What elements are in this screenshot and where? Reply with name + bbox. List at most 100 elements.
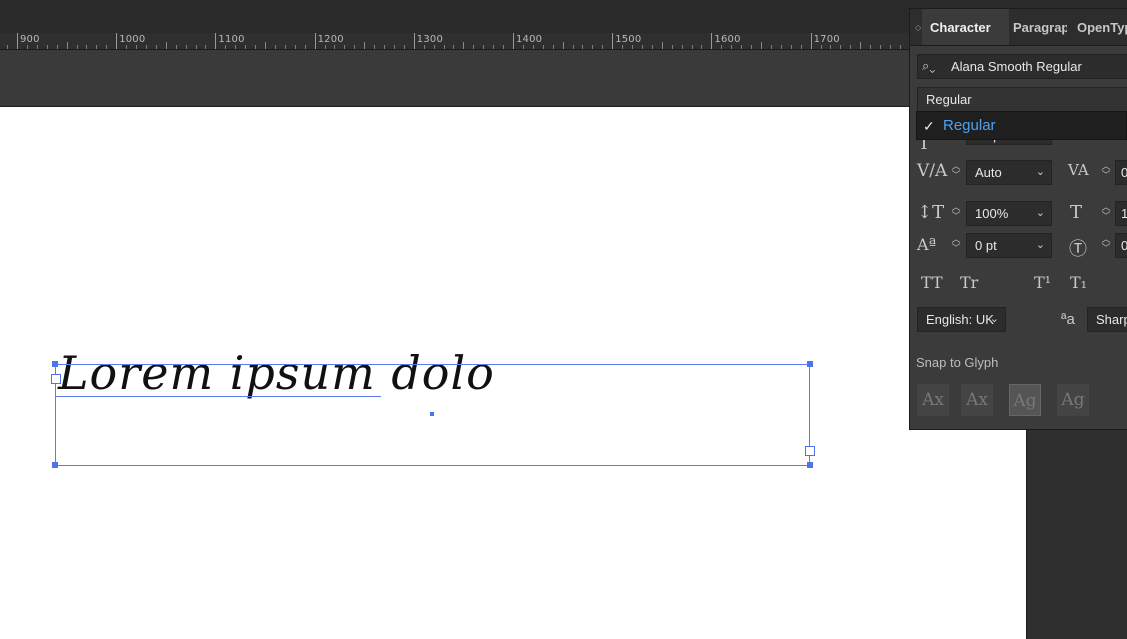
horizontal-scale-icon: T [1070,202,1083,223]
tab-character[interactable]: Character [922,9,1009,45]
rotation-field[interactable]: 0 [1115,233,1127,258]
baseline-shift-field[interactable]: 0 pt ⌄ [966,233,1052,258]
ruler-minor-tick [651,45,653,49]
ruler-major-tick [810,33,812,49]
in-port-handle[interactable] [51,374,61,384]
chevron-down-icon[interactable]: ⌄ [1036,238,1045,251]
horizontal-scale-field[interactable]: 1 [1115,201,1127,226]
tab-opentype[interactable]: OpenType [1077,9,1127,45]
vertical-scale-value: 100% [975,206,1009,221]
ruler-label: 1400 [516,34,543,45]
tracking-stepper[interactable]: ︿ ﹀ [1100,162,1112,184]
rotation-stepper[interactable]: ︿ ﹀ [1100,235,1112,257]
ruler-minor-tick [701,45,703,49]
ruler-label: 1200 [317,34,344,45]
kerning-stepper[interactable]: ︿ ﹀ [950,162,962,184]
ruler-minor-tick [572,45,574,49]
ruler-minor-tick [304,45,306,49]
ruler-minor-tick [592,45,594,49]
snap-baseline-button[interactable]: Ax [917,384,949,416]
baseline-shift-icon: Aª [917,235,937,254]
ruler-minor-tick [403,45,405,49]
ruler-label: 1000 [119,34,146,45]
ruler-minor-tick [96,45,98,49]
ruler-minor-tick [761,42,762,49]
ruler-minor-tick [542,45,544,49]
ruler-major-tick [612,33,614,49]
ruler-label: 1700 [813,34,840,45]
ruler-minor-tick [671,45,673,49]
language-value: English: UK [926,312,994,327]
ruler-minor-tick [46,45,48,49]
horizontal-scale-stepper[interactable]: ︿ ﹀ [1100,203,1112,225]
chevron-down-icon[interactable]: ⌄ [1036,165,1045,178]
ruler-minor-tick [86,45,88,49]
ruler-minor-tick [532,45,534,49]
chevron-down-icon[interactable]: ⌄ [1036,206,1045,219]
frame-handle-top-left[interactable] [52,361,58,367]
font-style-dropdown[interactable]: ✓ Regular [916,111,1127,140]
ruler-label: 900 [20,34,40,45]
language-select[interactable]: English: UK ⌄ [917,307,1006,332]
tracking-field[interactable]: 0 [1115,160,1127,185]
ruler-minor-tick [622,45,624,49]
ruler-minor-tick [503,45,505,49]
character-panel: ◇ Character Paragraph OpenType ⌕⌄ Alana … [909,8,1127,430]
baseline-shift-stepper[interactable]: ︿ ﹀ [950,235,962,257]
vertical-scale-field[interactable]: 100% ⌄ [966,201,1052,226]
font-style-option[interactable]: Regular [943,117,996,134]
font-family-value: Alana Smooth Regular [951,59,1082,74]
kerning-field[interactable]: Auto ⌄ [966,160,1052,185]
font-family-field[interactable]: ⌕⌄ Alana Smooth Regular [917,54,1127,79]
ruler-minor-tick [393,45,395,49]
ruler-label: 1100 [218,34,245,45]
small-caps-button[interactable]: Tr [960,273,978,292]
kerning-value: Auto [975,165,1002,180]
vertical-scale-stepper[interactable]: ︿ ﹀ [950,203,962,225]
ruler-minor-tick [364,42,366,49]
vertical-scale-icon: ↕T [917,202,945,223]
font-style-value: Regular [926,92,972,107]
frame-handle-top-right[interactable] [807,361,813,367]
ruler-minor-tick [850,45,852,49]
ruler-minor-tick [56,45,58,49]
frame-center-point [430,412,434,416]
font-style-field[interactable]: Regular [917,87,1127,112]
rotation-value: 0 [1121,238,1127,253]
snap-strikethrough-button[interactable]: Ax [961,384,993,416]
snap-glyph-bounds-button[interactable]: Ag [1009,384,1041,416]
frame-handle-bottom-right[interactable] [807,462,813,468]
ruler-minor-tick [354,45,356,49]
frame-handle-bottom-left[interactable] [52,462,58,468]
all-caps-button[interactable]: TT [921,273,943,292]
ruler-minor-tick [820,45,822,49]
superscript-button[interactable]: T¹ [1034,273,1051,292]
snap-angular-button[interactable]: Ag [1057,384,1089,416]
character-rotation-icon: Ⓣ [1069,239,1087,260]
out-port-handle[interactable] [805,446,815,456]
kerning-icon: V/A [917,161,948,181]
subscript-button[interactable]: T₁ [1070,273,1087,292]
ruler-minor-tick [721,45,723,49]
horizontal-ruler[interactable]: 900 1000 1100 1200 1300 1400 1500 1600 1700 [0,33,910,50]
ruler-minor-tick [175,45,177,49]
tab-paragraph[interactable]: Paragraph [1013,9,1067,45]
ruler-minor-tick [433,45,435,49]
tracking-value: 0 [1121,165,1127,180]
ruler-minor-tick [770,45,772,49]
ruler-minor-tick [493,45,495,49]
chevron-down-icon[interactable]: ⌄ [990,312,999,325]
ruler-minor-tick [443,45,445,49]
ruler-minor-tick [274,45,276,49]
antialias-select[interactable]: Sharp [1087,307,1127,332]
checkmark-icon: ✓ [923,118,935,134]
panel-grip-icon[interactable]: ◇ [915,23,921,32]
ruler-minor-tick [562,42,564,49]
ruler-minor-tick [751,45,753,49]
ruler-minor-tick [66,42,68,49]
ruler-minor-tick [780,45,782,49]
ruler-minor-tick [265,42,266,49]
ruler-minor-tick [7,45,9,49]
search-icon[interactable]: ⌕⌄ [922,58,935,74]
ruler-label: 1500 [615,34,642,45]
